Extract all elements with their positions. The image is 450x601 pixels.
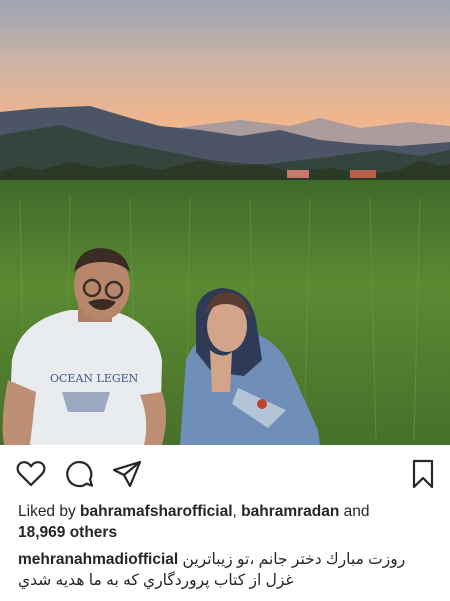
likes-separator: , <box>232 503 242 520</box>
post-action-bar <box>0 445 450 501</box>
post-caption: mehranahmadiofficial روزت مبارك دختر جان… <box>18 549 432 591</box>
bookmark-icon[interactable] <box>408 459 438 489</box>
caption-username[interactable]: mehranahmadiofficial <box>18 551 178 568</box>
heart-icon[interactable] <box>16 459 46 489</box>
likes-count[interactable]: 18,969 others <box>18 524 117 541</box>
shirt-print-text: OCEAN LEGEN <box>50 372 139 385</box>
caption-text-line-2: غزل از كتاب پروردگاري كه به ما هديه شدي <box>18 572 294 589</box>
post-image: OCEAN LEGEN <box>0 0 450 445</box>
caption-text-line-1: روزت مبارك دختر جانم ،تو زيباترين <box>182 551 406 568</box>
likes-conjunction: and <box>339 503 370 520</box>
post-photo[interactable]: OCEAN LEGEN <box>0 0 450 445</box>
liker-username-2[interactable]: bahramradan <box>241 503 339 520</box>
likes-summary[interactable]: Liked by bahramafsharofficial, bahramrad… <box>18 501 438 543</box>
likes-prefix: Liked by <box>18 503 81 520</box>
paper-plane-icon[interactable] <box>112 459 142 489</box>
liker-username-1[interactable]: bahramafsharofficial <box>80 503 232 520</box>
comment-bubble-icon[interactable] <box>64 459 94 489</box>
